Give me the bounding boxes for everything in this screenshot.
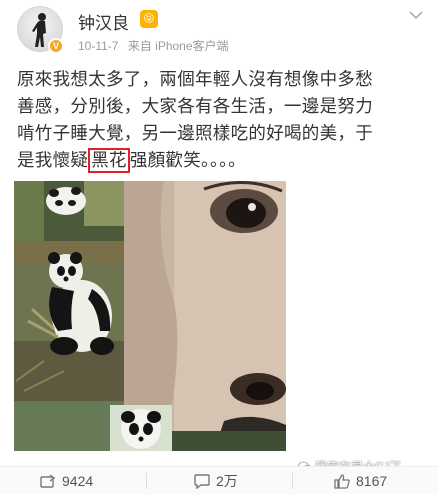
post-source: 来自 iPhone客户端 — [127, 39, 229, 53]
repost-count: 9424 — [62, 473, 94, 489]
post-text-segment: 强顏歡笑。。。。 — [129, 150, 246, 170]
post-body: 原來我想太多了，兩個年輕人沒有想像中多愁 善感，分別後，大家各有各生活，一邊是努… — [17, 66, 427, 174]
comment-count: 2万 — [216, 473, 238, 489]
post-image[interactable] — [14, 181, 286, 451]
post-time: 10-11-7 — [78, 39, 119, 53]
emoji-badge-icon: 😝 — [140, 10, 158, 28]
author-name[interactable]: 钟汉良 — [78, 9, 129, 34]
divider — [146, 473, 147, 489]
comment-icon — [194, 474, 210, 490]
verified-v-icon: V — [48, 38, 64, 54]
post-text-line: 原來我想太多了，兩個年輕人沒有想像中多愁 — [17, 69, 373, 89]
repost-icon — [40, 474, 56, 488]
post-text-segment: 是我懷疑 — [17, 150, 89, 170]
highlighted-word: 黑花 — [88, 148, 130, 173]
like-button[interactable]: 8167 — [334, 467, 387, 494]
repost-button[interactable]: 9424 — [40, 467, 93, 494]
divider — [292, 473, 293, 489]
post-text-line: 是我懷疑 黑花 强顏歡笑。。。。 — [17, 147, 427, 174]
post-text-line: 啃竹子睡大覺，另一邊照樣吃的好喝的美，于 — [17, 123, 373, 143]
post-meta: 10-11-7 来自 iPhone客户端 — [78, 37, 229, 54]
action-bar: 9424 2万 8167 — [0, 466, 438, 494]
like-count: 8167 — [356, 473, 388, 489]
thumbs-up-icon — [334, 474, 350, 489]
panda-collage-image — [14, 181, 286, 451]
post-text-line: 善感，分別後，大家各有各生活，一邊是努力 — [17, 96, 373, 116]
comment-button[interactable]: 2万 — [194, 467, 238, 494]
post-header: V 钟汉良 😝 10-11-7 来自 iPhone客户端 — [0, 0, 438, 62]
chevron-down-icon[interactable] — [409, 10, 423, 20]
